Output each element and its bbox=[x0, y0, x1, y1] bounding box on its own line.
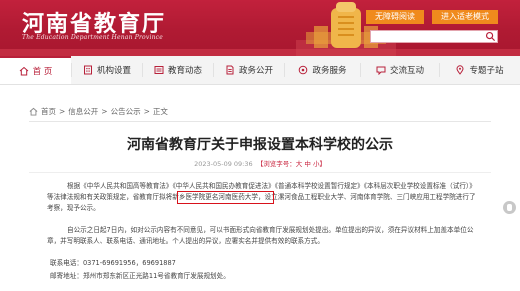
nav-label: 交流互动 bbox=[389, 66, 424, 76]
news-icon bbox=[154, 66, 164, 74]
pin-icon bbox=[456, 65, 464, 75]
search-input[interactable] bbox=[370, 30, 498, 43]
nav-label: 专题子站 bbox=[469, 66, 504, 76]
font-medium-button[interactable]: 中 bbox=[304, 160, 311, 168]
service-icon bbox=[299, 65, 308, 75]
breadcrumb-separator: > bbox=[59, 107, 66, 116]
chat-icon bbox=[376, 66, 386, 75]
header-stripe bbox=[0, 49, 520, 56]
nav-item-home[interactable]: 首 页 bbox=[0, 56, 71, 84]
breadcrumb-divider bbox=[29, 121, 491, 122]
breadcrumb-current: 正文 bbox=[152, 107, 168, 116]
nav-label: 教育动态 bbox=[167, 66, 202, 76]
nav-item-special-sites[interactable]: 专题子站 bbox=[440, 56, 519, 84]
location-icon bbox=[29, 107, 38, 116]
article-title: 河南省教育厅关于申报设置本科学校的公示 bbox=[127, 137, 393, 153]
nav-label: 政务公开 bbox=[238, 66, 273, 76]
breadcrumb-info[interactable]: 信息公开 bbox=[68, 106, 98, 117]
search-icon[interactable] bbox=[485, 31, 496, 42]
nav-item-government-affairs[interactable]: 政务公开 bbox=[214, 56, 284, 84]
breadcrumb-notice[interactable]: 公告公示 bbox=[111, 106, 141, 117]
nav-item-government-services[interactable]: 政务服务 bbox=[285, 56, 360, 84]
contact-phone: 联系电话：0371-69691956，69691887 bbox=[50, 259, 176, 267]
article-paragraph-2: 自公示之日起7日内，如对公示内容有不同意见，可以书面形式向省教育厅发展规划处提出… bbox=[47, 226, 474, 245]
nav-label: 首 页 bbox=[32, 67, 53, 77]
nav-label: 机构设置 bbox=[96, 66, 131, 76]
article-meta: 2023-05-09 09:36 【浏览字号：大 中 小】 bbox=[0, 158, 520, 168]
accessibility-float-button[interactable] bbox=[503, 201, 516, 214]
document-icon bbox=[226, 65, 234, 75]
breadcrumb-home[interactable]: 首页 bbox=[41, 106, 56, 117]
nav-label: 政务服务 bbox=[312, 66, 347, 76]
meta-divider bbox=[29, 172, 491, 173]
elderly-mode-button[interactable]: 进入适老模式 bbox=[432, 10, 498, 24]
accessible-reading-button[interactable]: 无障碍阅读 bbox=[366, 10, 424, 24]
mailing-address: 邮寄地址：郑州市郑东新区正光路11号省教育厅发展规划处。 bbox=[50, 272, 230, 280]
breadcrumb-separator: > bbox=[143, 107, 150, 116]
font-large-button[interactable]: 大 bbox=[296, 160, 303, 168]
article-date: 2023-05-09 09:36 bbox=[194, 160, 253, 168]
main-navbar: 首 页 机构设置 教育动态 政务公开 政务服务 交流互动 专题子站 bbox=[0, 56, 520, 85]
site-subtitle: The Education Department Henan Province bbox=[22, 34, 163, 41]
nav-item-interaction[interactable]: 交流互动 bbox=[361, 56, 439, 84]
nav-item-organization[interactable]: 机构设置 bbox=[72, 56, 142, 84]
site-header: 河南省教育厅 The Education Department Henan Pr… bbox=[0, 0, 520, 56]
home-icon bbox=[19, 66, 28, 76]
header-quick-links: 无障碍阅读 进入适老模式 bbox=[366, 10, 498, 24]
highlight-annotation-box bbox=[177, 191, 274, 204]
font-size-close: 】 bbox=[319, 160, 326, 168]
building-icon bbox=[83, 65, 92, 75]
nav-item-education-news[interactable]: 教育动态 bbox=[143, 56, 213, 84]
font-size-label: 【浏览字号： bbox=[256, 160, 296, 168]
breadcrumb: 首页 > 信息公开 > 公告公示 > 正文 bbox=[29, 106, 168, 117]
breadcrumb-separator: > bbox=[101, 107, 108, 116]
